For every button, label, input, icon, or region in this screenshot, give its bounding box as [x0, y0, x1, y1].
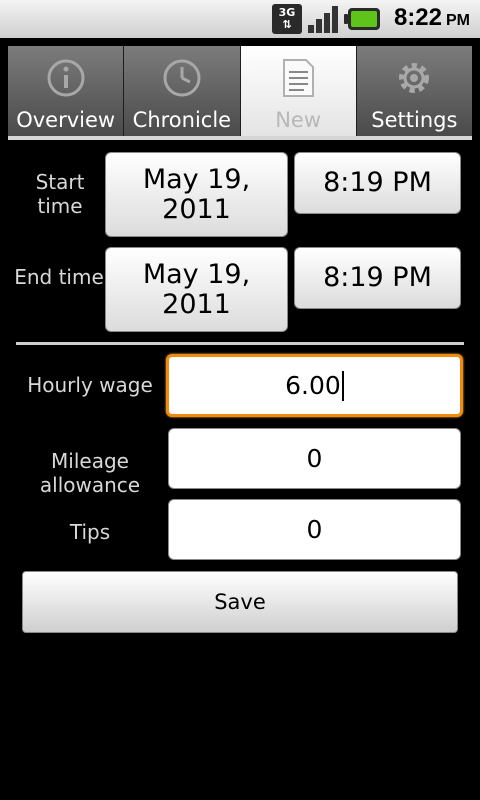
clock-ampm: PM — [446, 12, 470, 29]
info-icon — [47, 59, 85, 97]
tab-settings[interactable]: Settings — [356, 46, 472, 136]
end-time-button[interactable]: 8:19 PM — [294, 247, 461, 309]
document-icon — [283, 59, 315, 97]
status-bar: 3G ⇅ 8:22 PM — [0, 0, 480, 38]
tab-new[interactable]: New — [240, 46, 357, 136]
mileage-allowance-input[interactable]: 0 — [168, 428, 461, 489]
signal-icon — [308, 4, 342, 34]
status-clock: 8:22 PM — [394, 4, 470, 34]
clock-time: 8:22 — [393, 4, 442, 31]
tips-value: 0 — [306, 515, 323, 544]
end-time-label: End time — [14, 265, 104, 289]
text-caret — [341, 370, 344, 401]
tab-label: New — [275, 108, 322, 132]
hourly-wage-label: Hourly wage — [27, 373, 153, 397]
end-date-button[interactable]: May 19, 2011 — [105, 247, 288, 332]
battery-charging-icon — [344, 8, 380, 30]
start-date-button[interactable]: May 19, 2011 — [105, 152, 288, 237]
tab-underline — [8, 136, 472, 140]
hourly-wage-input[interactable]: 6.00 — [166, 354, 463, 417]
start-time-label: Start time — [35, 170, 85, 218]
tab-label: Chronicle — [132, 108, 232, 132]
tab-chronicle[interactable]: Chronicle — [124, 46, 241, 136]
status-icons: 3G ⇅ — [272, 4, 380, 34]
tab-bar: Overview Chronicle New Settings — [8, 46, 472, 136]
tab-label: Settings — [371, 108, 458, 132]
tips-label: Tips — [69, 520, 111, 544]
tab-overview[interactable]: Overview — [8, 46, 125, 136]
network-3g-icon: 3G ⇅ — [272, 4, 302, 34]
tab-label: Overview — [16, 108, 116, 132]
gear-icon — [399, 63, 430, 93]
divider — [16, 342, 464, 345]
clock-icon — [163, 59, 201, 97]
tips-input[interactable]: 0 — [168, 499, 461, 560]
save-button[interactable]: Save — [22, 571, 458, 633]
mileage-allowance-label: Mileage allowance — [39, 449, 141, 497]
start-time-button[interactable]: 8:19 PM — [294, 152, 461, 214]
mileage-allowance-value: 0 — [306, 444, 323, 473]
hourly-wage-value: 6.00 — [285, 371, 341, 400]
